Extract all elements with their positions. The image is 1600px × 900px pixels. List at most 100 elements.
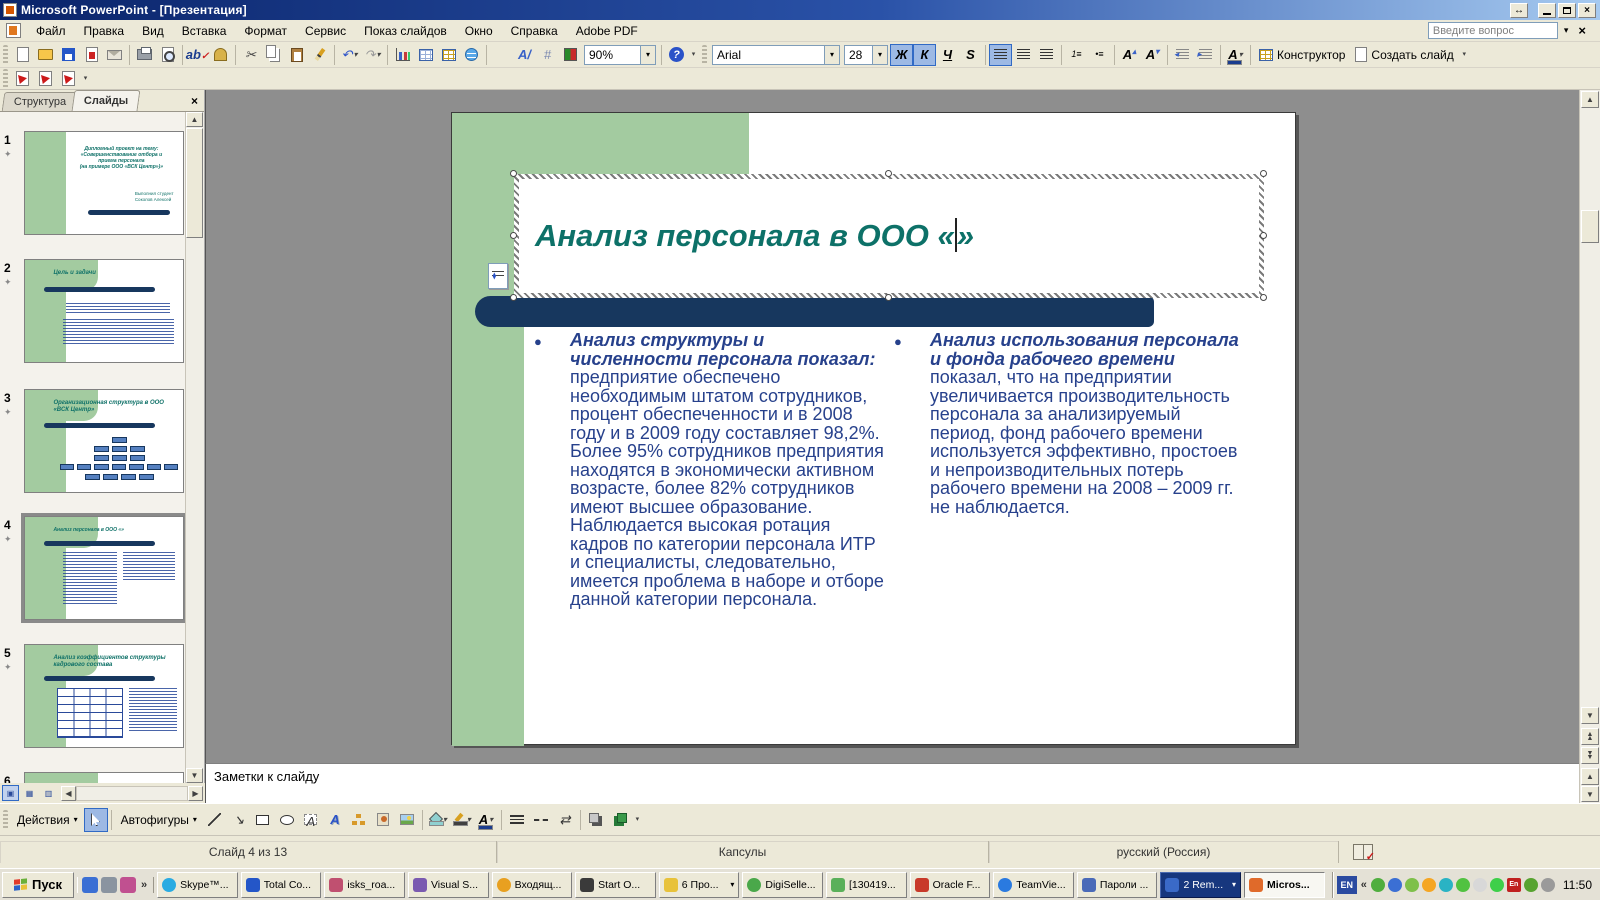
new-slide-button[interactable]: Создать слайд xyxy=(1350,44,1458,66)
print-preview-button[interactable] xyxy=(156,44,179,66)
grid-button[interactable]: # xyxy=(536,44,559,66)
shadow-style-button[interactable] xyxy=(584,808,608,832)
autoshapes-menu[interactable]: Автофигуры▾ xyxy=(115,808,203,832)
menu-показ-слайдов[interactable]: Показ слайдов xyxy=(355,21,456,41)
green-utility-tray-icon[interactable] xyxy=(1405,878,1419,892)
taskbar-button-digiselle-[interactable]: DigiSelle... xyxy=(742,872,823,898)
tab-slides[interactable]: Слайды xyxy=(72,90,141,111)
undo-button[interactable]: ↶▾ xyxy=(338,44,361,66)
tab-outline[interactable]: Структура xyxy=(2,92,79,111)
new-document-button[interactable] xyxy=(11,44,34,66)
drawing-toolbar-options-icon[interactable]: ▾ xyxy=(632,810,643,830)
decrease-indent-button[interactable] xyxy=(1171,44,1194,66)
arrow-style-button[interactable]: ⇄ xyxy=(553,808,577,832)
ask-question-input[interactable]: Введите вопрос xyxy=(1428,22,1558,39)
insert-chart-button[interactable] xyxy=(391,44,414,66)
convert-to-pdf-review-button[interactable] xyxy=(57,68,80,90)
panel-hscroll-track[interactable] xyxy=(76,786,188,801)
insert-hyperlink-button[interactable] xyxy=(460,44,483,66)
diagram-button[interactable] xyxy=(347,808,371,832)
selection-handle-3[interactable] xyxy=(510,232,517,239)
save-button[interactable] xyxy=(57,44,80,66)
taskbar-button-oracle-f-[interactable]: Oracle F... xyxy=(910,872,991,898)
numbered-list-button[interactable]: 1≡ xyxy=(1065,44,1088,66)
draw-oval-button[interactable] xyxy=(275,808,299,832)
redo-button[interactable]: ↷▾ xyxy=(361,44,384,66)
3d-style-button[interactable] xyxy=(608,808,632,832)
animation-star-icon[interactable]: ✦ xyxy=(4,662,12,673)
next-slide-button[interactable]: ▼▼ xyxy=(1581,747,1599,764)
previous-slide-button[interactable]: ▲▲ xyxy=(1581,728,1599,745)
menu-формат[interactable]: Формат xyxy=(235,21,296,41)
panel-scroll-thumb[interactable] xyxy=(186,128,203,238)
menu-вид[interactable]: Вид xyxy=(133,21,173,41)
taskbar-button-start-o-[interactable]: Start O... xyxy=(575,872,656,898)
panel-hscroll-left-icon[interactable]: ◀ xyxy=(61,786,76,801)
expand-all-button[interactable] xyxy=(490,44,513,66)
panel-scrollbar[interactable]: ▲ ▼ xyxy=(185,112,204,783)
taskbar-button-пароли-[interactable]: Пароли ... xyxy=(1077,872,1158,898)
scroll-down-icon[interactable]: ▼ xyxy=(1581,707,1599,724)
animation-star-icon[interactable]: ✦ xyxy=(4,149,12,160)
increase-indent-button[interactable] xyxy=(1194,44,1217,66)
notes-scroll-up-icon[interactable]: ▲ xyxy=(1581,768,1599,785)
research-button[interactable] xyxy=(209,44,232,66)
cut-button[interactable]: ✂ xyxy=(239,44,262,66)
notes-scroll-down-icon[interactable]: ▼ xyxy=(1581,786,1599,802)
align-right-button[interactable] xyxy=(1035,44,1058,66)
paste-button[interactable] xyxy=(285,44,308,66)
shadow-button[interactable]: S xyxy=(959,44,982,66)
line-color-button[interactable]: ▾ xyxy=(450,808,474,832)
font-name-dropdown-icon[interactable]: ▾ xyxy=(824,46,839,64)
spelling-button[interactable]: ab xyxy=(186,44,209,66)
selection-handle-2[interactable] xyxy=(1260,170,1267,177)
line-style-button[interactable] xyxy=(505,808,529,832)
pdf-toolbar-options-icon[interactable]: ▾ xyxy=(80,69,91,89)
decrease-font-button[interactable]: A xyxy=(1141,44,1164,66)
animation-star-icon[interactable]: ✦ xyxy=(4,534,12,545)
text-box-button[interactable]: A xyxy=(299,808,323,832)
taskbar-button--130419-[interactable]: [130419... xyxy=(826,872,907,898)
increase-font-button[interactable]: A xyxy=(1118,44,1141,66)
draw-actions-menu[interactable]: Действия▾ xyxy=(11,808,84,832)
status-language[interactable]: русский (Россия) xyxy=(989,841,1339,863)
menu-вставка[interactable]: Вставка xyxy=(173,21,236,41)
wordart-button[interactable]: A xyxy=(323,808,347,832)
standard-toolbar-options-icon[interactable]: ▾ xyxy=(688,45,699,65)
taskbar-button-6-про-[interactable]: 6 Про...▾ xyxy=(659,872,740,898)
open-button[interactable] xyxy=(34,44,57,66)
dash-style-button[interactable] xyxy=(529,808,553,832)
draw-rectangle-button[interactable] xyxy=(251,808,275,832)
font-name-combobox[interactable]: Arial ▾ xyxy=(712,45,840,65)
zoom-dropdown-icon[interactable]: ▾ xyxy=(640,46,655,64)
menu-справка[interactable]: Справка xyxy=(502,21,567,41)
taskbar-button-входящ-[interactable]: Входящ... xyxy=(492,872,573,898)
toolbar-grip[interactable] xyxy=(3,45,8,65)
convert-to-pdf-email-button[interactable] xyxy=(34,68,57,90)
insert-table-button[interactable] xyxy=(414,44,437,66)
language-indicator[interactable]: EN xyxy=(1337,876,1357,894)
drawing-font-color-button[interactable]: A▾ xyxy=(474,808,498,832)
thumbnail-slide-preview[interactable]: Организационная структура в ООО «ВСК Цен… xyxy=(24,389,184,493)
thumbnail-slide-preview[interactable]: Анализ персонала в ООО «» xyxy=(24,516,184,620)
color-schemes-button[interactable] xyxy=(559,44,582,66)
align-center-button[interactable] xyxy=(1012,44,1035,66)
draw-line-button[interactable] xyxy=(203,808,227,832)
slide-sorter-view-button[interactable]: ▦ xyxy=(21,785,38,801)
quick-launch-icon-3[interactable] xyxy=(120,877,136,893)
menu-окно[interactable]: Окно xyxy=(456,21,502,41)
draw-arrow-button[interactable]: ↘ xyxy=(227,808,251,832)
bold-button[interactable]: Ж xyxy=(890,44,913,66)
print-button[interactable] xyxy=(133,44,156,66)
font-size-combobox[interactable]: 28 ▾ xyxy=(844,45,888,65)
formatting-toolbar-options-icon[interactable]: ▾ xyxy=(1459,45,1470,65)
selection-handle-7[interactable] xyxy=(1260,294,1267,301)
selection-handle-5[interactable] xyxy=(510,294,517,301)
scroll-thumb[interactable] xyxy=(1581,210,1599,243)
messenger-tray-icon[interactable] xyxy=(1439,878,1453,892)
menubar-close-icon[interactable]: × xyxy=(1574,23,1590,38)
volume-tray-icon[interactable] xyxy=(1541,878,1555,892)
design-button[interactable]: Конструктор xyxy=(1254,44,1350,66)
quick-launch-more-icon[interactable]: » xyxy=(139,879,149,891)
quick-launch-icon-1[interactable] xyxy=(82,877,98,893)
